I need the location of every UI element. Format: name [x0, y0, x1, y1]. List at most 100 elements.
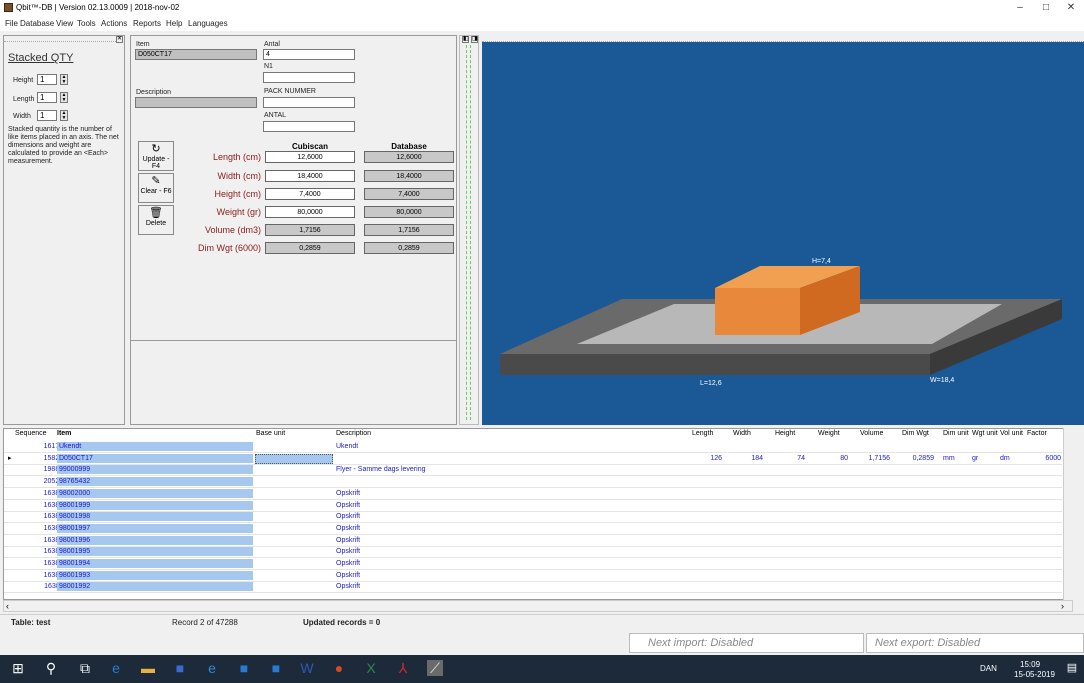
cell-description[interactable]: Flyer - Samme dags levering — [336, 465, 636, 474]
cell-dim-unit[interactable]: mm — [943, 454, 963, 463]
col-wgt-unit[interactable]: Wgt unit — [972, 430, 998, 437]
cell-base-unit[interactable] — [255, 536, 333, 546]
cell-item[interactable]: 98001999 — [57, 500, 253, 510]
cell-description[interactable]: Opskrift — [336, 501, 636, 510]
cell-description[interactable]: Opskrift — [336, 512, 636, 521]
cell-description[interactable]: Ukendt — [336, 442, 636, 451]
menu-reports[interactable]: Reports — [133, 19, 161, 28]
3d-view[interactable] — [482, 42, 1084, 425]
cell-base-unit[interactable] — [255, 477, 333, 487]
weight-cubiscan-value[interactable]: 80,0000 — [265, 206, 355, 218]
update-button[interactable]: ↻ Update - F4 — [138, 141, 174, 171]
cell-item[interactable]: 98001993 — [57, 570, 253, 580]
col-weight[interactable]: Weight — [818, 430, 840, 437]
col-length[interactable]: Length — [692, 430, 713, 437]
word-icon[interactable]: W — [299, 660, 315, 676]
cell-item[interactable]: 98001995 — [57, 547, 253, 557]
col-dim-wgt[interactable]: Dim Wgt — [902, 430, 929, 437]
qbit-taskbar-icon[interactable]: ⟋ — [427, 660, 443, 676]
height-spinner-input[interactable]: 1 — [37, 74, 57, 85]
task-view-icon[interactable]: ⧉ — [77, 660, 93, 676]
file-explorer-icon[interactable]: ▬ — [140, 660, 156, 676]
cell-item[interactable]: 98001992 — [57, 582, 253, 592]
description-field[interactable] — [135, 97, 257, 108]
col-dim-unit[interactable]: Dim unit — [943, 430, 969, 437]
col-vol-unit[interactable]: Vol unit — [1000, 430, 1023, 437]
table-row[interactable]: 163807 98001996 Opskrift — [4, 535, 1062, 547]
table-row[interactable]: 198850 99000999 Flyer - Samme dags leverin… — [4, 465, 1062, 477]
cell-description[interactable]: Opskrift — [336, 582, 636, 591]
ie-icon[interactable]: e — [108, 660, 124, 676]
item-field[interactable]: D050CT17 — [135, 49, 257, 60]
table-row[interactable]: 163806 98001997 Opskrift — [4, 523, 1062, 535]
cell-base-unit[interactable] — [255, 512, 333, 522]
cell-base-unit[interactable] — [255, 489, 333, 499]
pdf-icon[interactable]: ⅄ — [395, 660, 411, 676]
tray-language[interactable]: DAN — [980, 664, 997, 673]
panel-grip[interactable] — [4, 36, 116, 42]
cell-dim-wgt[interactable]: 0,2859 — [902, 454, 934, 463]
cell-description[interactable] — [336, 454, 636, 463]
table-row[interactable]: 163804 98001999 Opskrift — [4, 500, 1062, 512]
cell-weight[interactable]: 80 — [818, 454, 848, 463]
cell-base-unit[interactable] — [255, 524, 333, 534]
table-row[interactable]: 161727 Ukendt Ukendt — [4, 442, 1062, 453]
outlook-icon[interactable]: ■ — [236, 660, 252, 676]
tray-time[interactable]: 15:09 — [1020, 660, 1040, 669]
length-spinner-input[interactable]: 1 — [37, 92, 57, 103]
cell-description[interactable]: Opskrift — [336, 489, 636, 498]
search-icon[interactable]: ⚲ — [43, 660, 59, 676]
width-spinner-arrows-icon[interactable]: ▲ ▼ — [60, 110, 68, 121]
edge-icon[interactable]: e — [204, 660, 220, 676]
cell-width[interactable]: 184 — [733, 454, 763, 463]
scroll-left-icon[interactable]: ‹ — [6, 601, 9, 611]
cell-base-unit[interactable] — [255, 453, 333, 464]
table-row[interactable]: 163808 98001995 Opskrift — [4, 547, 1062, 559]
col-width[interactable]: Width — [733, 430, 751, 437]
app-yammer-icon[interactable]: ■ — [172, 660, 188, 676]
table-row[interactable]: 205220 98765432 — [4, 477, 1062, 489]
table-row[interactable]: 163809 98001994 Opskrift — [4, 559, 1062, 570]
cell-item[interactable]: 98002000 — [57, 488, 253, 498]
cell-factor[interactable]: 6000 — [1027, 454, 1061, 463]
close-panel-icon[interactable]: ✕ — [116, 36, 123, 43]
cell-base-unit[interactable] — [255, 501, 333, 511]
cell-wgt-unit[interactable]: gr — [972, 454, 992, 463]
col-base-unit[interactable]: Base unit — [256, 430, 285, 437]
cell-item[interactable]: 98001994 — [57, 559, 253, 568]
table-row[interactable]: 163803 98002000 Opskrift — [4, 488, 1062, 500]
col-sequence[interactable]: Sequence — [15, 430, 47, 437]
height-spinner-arrows-icon[interactable]: ▲ ▼ — [60, 74, 68, 85]
antal-field[interactable]: 4 — [263, 49, 355, 60]
length-cubiscan-value[interactable]: 12,6000 — [265, 151, 355, 163]
maximize-button[interactable]: □ — [1033, 1, 1059, 15]
powerpoint-icon[interactable]: ● — [331, 660, 347, 676]
cell-item[interactable]: D050CT17 — [57, 453, 253, 463]
cell-description[interactable]: Opskrift — [336, 536, 636, 545]
outlook2-icon[interactable]: ■ — [268, 660, 284, 676]
cell-base-unit[interactable] — [255, 571, 333, 581]
minimize-button[interactable]: – — [1007, 1, 1033, 15]
menu-tools[interactable]: Tools — [77, 19, 96, 28]
cell-item[interactable]: 98001998 — [57, 512, 253, 522]
menu-languages[interactable]: Languages — [188, 19, 228, 28]
cell-description[interactable] — [336, 477, 636, 486]
excel-icon[interactable]: X — [363, 660, 379, 676]
start-icon[interactable]: ⊞ — [10, 660, 26, 676]
menu-view[interactable]: View — [56, 19, 73, 28]
horizontal-scrollbar[interactable]: ‹ › — [3, 600, 1073, 612]
collapse-icon[interactable]: ◧ — [462, 36, 469, 43]
table-row[interactable]: 163805 98001998 Opskrift — [4, 512, 1062, 524]
cell-volume[interactable]: 1,7156 — [860, 454, 890, 463]
menu-file[interactable]: File — [5, 19, 18, 28]
cell-vol-unit[interactable]: dm — [1000, 454, 1020, 463]
table-row[interactable]: 158270 D050CT17 126 184 74 80 1,7156 0,2859 mm gr… — [4, 453, 1062, 465]
menu-help[interactable]: Help — [166, 19, 182, 28]
tray-date[interactable]: 15-05-2019 — [1014, 670, 1055, 679]
col-description[interactable]: Description — [336, 430, 371, 437]
col-height[interactable]: Height — [775, 430, 795, 437]
table-row[interactable]: 163811 98001992 Opskrift — [4, 582, 1062, 594]
cell-base-unit[interactable] — [255, 559, 333, 569]
cell-item[interactable]: 99000999 — [57, 465, 253, 475]
width-cubiscan-value[interactable]: 18,4000 — [265, 170, 355, 182]
